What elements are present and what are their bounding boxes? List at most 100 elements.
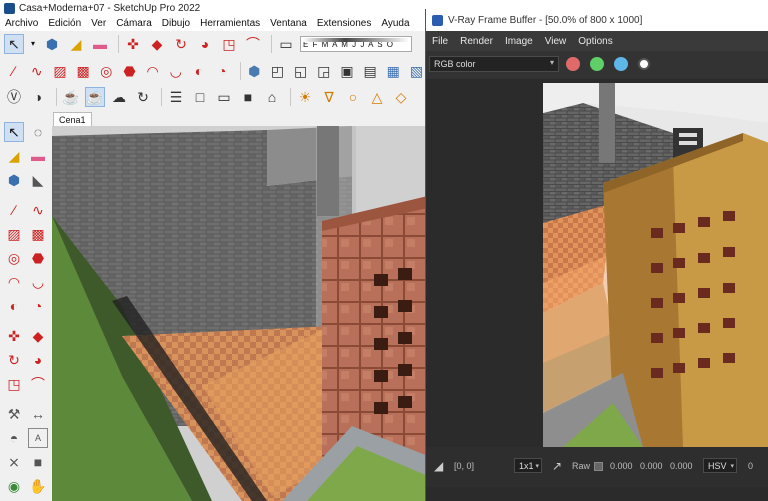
back-view-icon[interactable]: ▣ <box>337 61 356 81</box>
select-tool-icon[interactable]: ↖ <box>4 34 24 54</box>
mesh-light-icon[interactable]: △ <box>367 87 387 107</box>
refresh-render-icon[interactable]: ↻ <box>133 87 153 107</box>
side-lasso-icon[interactable]: ◌ <box>28 122 48 142</box>
side-orbit-icon[interactable]: ◉ <box>4 476 24 496</box>
ies-light-icon[interactable]: ◇ <box>391 87 411 107</box>
left-view-icon[interactable]: ▤ <box>361 61 380 81</box>
offset-icon[interactable]: ⌒ <box>243 34 263 54</box>
sun-light-icon[interactable]: ☀ <box>295 87 315 107</box>
make-component-icon[interactable]: ⬢ <box>42 34 62 54</box>
vray-asset-editor-icon[interactable]: Ⓥ <box>4 87 24 107</box>
rotated-rectangle-icon[interactable]: ▩ <box>74 61 93 81</box>
alpha-channel-icon[interactable] <box>638 58 650 70</box>
side-arc-icon[interactable]: ◠ <box>4 272 24 292</box>
side-rectangle-icon[interactable]: ▨ <box>4 224 24 244</box>
menu-ayuda[interactable]: Ayuda <box>376 18 414 29</box>
rotate-icon[interactable]: ↻ <box>171 34 191 54</box>
side-text-icon[interactable]: A <box>28 428 48 448</box>
freehand-icon[interactable]: ∿ <box>27 61 46 81</box>
rectangle-icon[interactable]: ▨ <box>50 61 69 81</box>
vfb-menu-file[interactable]: File <box>426 36 454 47</box>
pixel-picker-icon[interactable]: ◢ <box>434 459 443 473</box>
side-rotated-rect-icon[interactable]: ▩ <box>28 224 48 244</box>
batch-render-icon[interactable]: ■ <box>238 87 258 107</box>
side-move-icon[interactable]: ✜ <box>4 326 24 346</box>
line-icon[interactable]: ∕ <box>4 61 23 81</box>
green-channel-icon[interactable] <box>590 57 604 71</box>
eyedropper-icon[interactable]: ↗ <box>552 459 562 473</box>
side-protractor-icon[interactable]: ◓ <box>4 428 24 448</box>
side-axes-icon[interactable]: ⨯ <box>4 452 24 472</box>
side-dimension-icon[interactable]: ↔ <box>28 404 48 424</box>
side-rotate-icon[interactable]: ↻ <box>4 350 24 370</box>
red-channel-icon[interactable] <box>566 57 580 71</box>
frame-buffer-icon[interactable]: ☰ <box>166 87 186 107</box>
iso-view-icon[interactable]: ⬢ <box>245 61 264 81</box>
render-region-icon[interactable]: □ <box>190 87 210 107</box>
omni-light-icon[interactable]: ○ <box>343 87 363 107</box>
side-follow-me-icon[interactable]: ◕ <box>28 350 48 370</box>
side-3d-text-icon[interactable]: ■ <box>28 452 48 472</box>
vfb-menu-options[interactable]: Options <box>572 36 618 47</box>
side-three-point-arc-icon[interactable]: ◐ <box>4 296 24 316</box>
vfb-menu-render[interactable]: Render <box>454 36 499 47</box>
three-point-arc-icon[interactable]: ◐ <box>189 61 208 81</box>
right-view-icon[interactable]: ◲ <box>314 61 333 81</box>
follow-me-icon[interactable]: ◕ <box>195 34 215 54</box>
raw-checkbox[interactable] <box>594 462 603 471</box>
side-offset-icon[interactable]: ⌒ <box>28 374 48 394</box>
side-push-pull-icon[interactable]: ◆ <box>28 326 48 346</box>
menu-extensiones[interactable]: Extensiones <box>312 18 376 29</box>
menu-edicion[interactable]: Edición <box>43 18 86 29</box>
menu-camara[interactable]: Cámara <box>111 18 157 29</box>
move-icon[interactable]: ✜ <box>123 34 143 54</box>
menu-ver[interactable]: Ver <box>86 18 111 29</box>
polygon-icon[interactable]: ⬣ <box>120 61 139 81</box>
side-eraser-icon[interactable]: ▬ <box>28 146 48 166</box>
shadows-icon[interactable]: ▭ <box>276 34 296 54</box>
xray-icon[interactable]: ▦ <box>384 61 403 81</box>
channel-select[interactable]: RGB color ▾ <box>429 56 559 72</box>
scale-icon[interactable]: ◳ <box>219 34 239 54</box>
side-freehand-icon[interactable]: ∿ <box>28 200 48 220</box>
lock-camera-icon[interactable]: ⌂ <box>262 87 282 107</box>
top-view-icon[interactable]: ◰ <box>268 61 287 81</box>
side-line-icon[interactable]: ∕ <box>4 200 24 220</box>
menu-dibujo[interactable]: Dibujo <box>157 18 195 29</box>
paint-bucket-icon[interactable]: ◢ <box>66 34 86 54</box>
front-view-icon[interactable]: ◱ <box>291 61 310 81</box>
select-dropdown-icon[interactable]: ▾ <box>28 34 38 54</box>
side-tape-measure-icon[interactable]: ⚒ <box>4 404 24 424</box>
side-paint-icon[interactable]: ◢ <box>4 146 24 166</box>
two-point-arc-icon[interactable]: ◡ <box>166 61 185 81</box>
side-pie-icon[interactable]: ◔ <box>28 296 48 316</box>
circle-icon[interactable]: ◎ <box>97 61 116 81</box>
menu-herramientas[interactable]: Herramientas <box>195 18 265 29</box>
render-image[interactable] <box>543 83 768 447</box>
teapot-render-icon[interactable]: ☕ <box>61 87 81 107</box>
spot-light-icon[interactable]: ∇ <box>319 87 339 107</box>
side-tape-icon[interactable]: ◣ <box>28 170 48 190</box>
pie-icon[interactable]: ◔ <box>213 61 232 81</box>
viewport[interactable] <box>52 126 428 501</box>
back-edges-icon[interactable]: ▧ <box>407 61 426 81</box>
side-select-icon[interactable]: ↖ <box>4 122 24 142</box>
color-mode-select[interactable]: HSV ▾ <box>703 458 737 473</box>
push-pull-icon[interactable]: ◆ <box>147 34 167 54</box>
side-polygon-icon[interactable]: ⬣ <box>28 248 48 268</box>
menu-archivo[interactable]: Archivo <box>0 18 43 29</box>
vray-viewport-icon[interactable]: ▭ <box>214 87 234 107</box>
side-scale-icon[interactable]: ◳ <box>4 374 24 394</box>
side-pan-icon[interactable]: ✋ <box>28 476 48 496</box>
cloud-render-icon[interactable]: ☁ <box>109 87 129 107</box>
shadow-months-strip[interactable]: E F M A M J J A S O <box>300 36 412 52</box>
side-component-icon[interactable]: ⬢ <box>4 170 24 190</box>
menu-ventana[interactable]: Ventana <box>265 18 312 29</box>
vray-material-icon[interactable]: ◑ <box>28 87 48 107</box>
side-circle-icon[interactable]: ◎ <box>4 248 24 268</box>
vfb-menu-view[interactable]: View <box>539 36 573 47</box>
ratio-select[interactable]: 1x1 ▾ <box>514 458 542 473</box>
vfb-menu-image[interactable]: Image <box>499 36 539 47</box>
interactive-render-icon[interactable]: ☕ <box>85 87 105 107</box>
side-two-point-arc-icon[interactable]: ◡ <box>28 272 48 292</box>
